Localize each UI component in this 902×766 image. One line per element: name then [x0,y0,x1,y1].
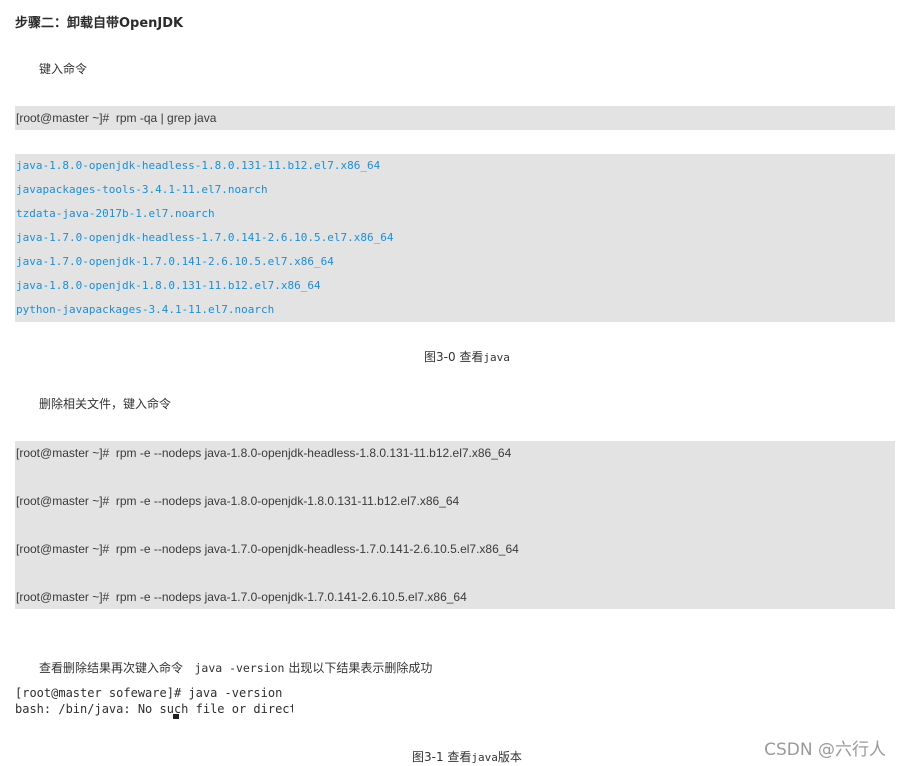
output-line: python-javapackages-3.4.1-11.el7.noarch [16,303,275,316]
terminal-cursor [173,714,179,719]
figure-caption-2-code: java [471,751,498,764]
verify-text: 查看删除结果再次键入命令 java -version 出现以下结果表示删除成功 [39,659,432,677]
terminal-line-command: [root@master sofeware]# java -version [15,686,283,700]
query-output-block: java-1.8.0-openjdk-headless-1.8.0.131-11… [15,154,895,322]
figure-caption-2: 图3-1 查看java版本 [412,748,522,765]
remove-text: 删除相关文件，键入命令 [39,397,172,411]
terminal-line-error: bash: /bin/java: No such file or directo… [15,702,293,716]
output-line: javapackages-tools-3.4.1-11.el7.noarch [16,183,268,196]
output-line: java-1.7.0-openjdk-headless-1.7.0.141-2.… [16,231,394,244]
figure-caption-2-label: 图3-1 查看 [412,750,472,764]
terminal-screenshot: [root@master sofeware]# java -version ba… [15,681,293,719]
output-line: java-1.8.0-openjdk-headless-1.8.0.131-11… [16,159,381,172]
watermark: CSDN @六行人 [764,740,886,760]
output-line: tzdata-java-2017b-1.el7.noarch [16,207,215,220]
verify-text-after: 出现以下结果表示删除成功 [288,661,433,675]
intro-text: 键入命令 [39,62,88,76]
remove-commands-block: [root@master ~]# rpm -e --nodeps java-1.… [15,441,895,609]
query-command-block: [root@master ~]# rpm -qa | grep java [15,106,895,130]
verify-text-before: 查看删除结果再次键入命令 [39,661,184,675]
step-heading: 步骤二：卸载自带OpenJDK [15,16,184,31]
figure-caption-1-code: java [483,351,510,364]
remove-command: [root@master ~]# rpm -e --nodeps java-1.… [16,446,512,460]
remove-command: [root@master ~]# rpm -e --nodeps java-1.… [16,494,460,508]
figure-caption-2-suffix: 版本 [497,750,522,764]
figure-caption-1: 图3-0 查看java [424,348,510,365]
output-line: java-1.7.0-openjdk-1.7.0.141-2.6.10.5.el… [16,255,334,268]
output-line: java-1.8.0-openjdk-1.8.0.131-11.b12.el7.… [16,279,321,292]
remove-command: [root@master ~]# rpm -e --nodeps java-1.… [16,542,519,556]
verify-text-code: java -version [194,661,285,675]
query-command: [root@master ~]# rpm -qa | grep java [16,111,217,125]
remove-command: [root@master ~]# rpm -e --nodeps java-1.… [16,590,467,604]
figure-caption-1-label: 图3-0 查看 [424,350,484,364]
